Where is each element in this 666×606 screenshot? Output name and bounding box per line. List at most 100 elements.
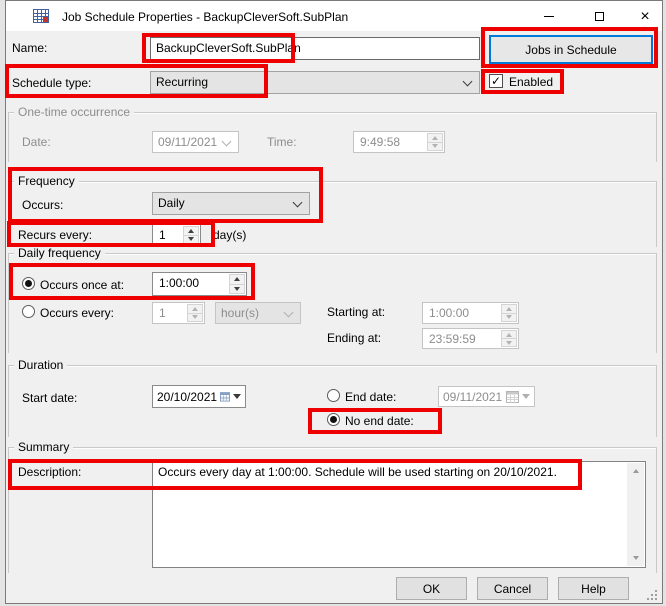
minimize-icon: [544, 16, 554, 17]
calendar-icon: [220, 390, 230, 403]
resize-grip-icon[interactable]: [647, 590, 659, 602]
spin-up-icon: [506, 307, 512, 311]
spinner-buttons: [187, 304, 203, 322]
scroll-up-button[interactable]: [627, 463, 644, 479]
maximize-button[interactable]: [579, 3, 619, 30]
minimize-button[interactable]: [529, 3, 569, 30]
spin-up-icon: [192, 307, 198, 311]
checkmark-icon: ✓: [491, 74, 501, 88]
spinner-buttons: [501, 330, 517, 347]
no-end-date-radio[interactable]: [327, 413, 340, 426]
maximize-icon: [595, 12, 604, 21]
time-value: 9:49:58: [360, 135, 400, 149]
jobs-in-schedule-label: Jobs in Schedule: [525, 43, 616, 57]
occurs-once-radio[interactable]: [22, 277, 35, 290]
spinner-buttons[interactable]: [183, 226, 199, 244]
close-icon: ×: [640, 9, 649, 25]
chevron-down-icon: [293, 198, 303, 208]
group-one-time-occurrence: [8, 112, 657, 162]
ok-label: OK: [423, 582, 440, 596]
dropdown-arrow-icon: [522, 394, 530, 399]
spinner-buttons: [427, 133, 443, 151]
description-text: Occurs every day at 1:00:00. Schedule wi…: [158, 465, 621, 480]
occurs-every-unit-select: hour(s): [215, 302, 301, 324]
starting-at-value: 1:00:00: [429, 306, 469, 320]
end-date-value: 09/11/2021: [443, 390, 503, 404]
daily-frequency-group-label: Daily frequency: [14, 246, 105, 260]
starting-at-spinner: 1:00:00: [422, 302, 519, 324]
name-input-value: BackupCleverSoft.SubPlan: [156, 41, 301, 55]
ending-at-label: Ending at:: [327, 331, 381, 345]
end-date-picker: 09/11/2021: [438, 386, 535, 407]
spin-up-icon: [506, 333, 512, 337]
schedule-type-label: Schedule type:: [12, 76, 91, 90]
schedule-type-value: Recurring: [156, 75, 208, 89]
schedule-grid-icon: [33, 8, 49, 24]
recurs-every-stepper[interactable]: 1: [152, 224, 201, 246]
help-button[interactable]: Help: [558, 577, 629, 600]
enabled-label: Enabled: [509, 75, 553, 89]
scroll-up-icon: [633, 469, 639, 473]
recurs-every-label: Recurs every:: [18, 228, 92, 242]
window-title: Job Schedule Properties - BackupCleverSo…: [62, 10, 348, 24]
end-date-radio[interactable]: [327, 389, 340, 402]
chevron-down-icon: [222, 137, 232, 147]
help-label: Help: [581, 582, 606, 596]
one-time-group-label: One-time occurrence: [14, 105, 134, 119]
description-textarea[interactable]: Occurs every day at 1:00:00. Schedule wi…: [152, 461, 646, 568]
duration-group-label: Duration: [14, 358, 67, 372]
ok-button[interactable]: OK: [396, 577, 467, 600]
vertical-scrollbar[interactable]: [627, 463, 644, 566]
dropdown-arrow-icon: [233, 394, 241, 399]
spin-up-icon: [432, 136, 438, 140]
name-input[interactable]: BackupCleverSoft.SubPlan: [150, 37, 480, 60]
occurs-every-unit-value: hour(s): [221, 306, 259, 320]
spin-up-icon: [234, 277, 240, 281]
spin-down-icon: [506, 315, 512, 319]
time-spinner: 9:49:58: [353, 131, 445, 153]
description-label: Description:: [18, 465, 81, 479]
no-end-date-label: No end date:: [345, 414, 414, 428]
cancel-label: Cancel: [494, 582, 531, 596]
screenshot-stage: Job Schedule Properties - BackupCleverSo…: [0, 0, 666, 606]
scroll-down-icon: [633, 556, 639, 560]
date-value: 09/11/2021: [158, 135, 217, 149]
start-date-picker[interactable]: 20/10/2021: [152, 385, 246, 408]
recurs-unit-label: day(s): [213, 228, 246, 242]
starting-at-label: Starting at:: [327, 305, 385, 319]
spin-down-icon: [188, 237, 194, 241]
occurs-select[interactable]: Daily: [152, 192, 310, 215]
time-label: Time:: [267, 135, 297, 149]
spin-down-icon: [192, 315, 198, 319]
close-button[interactable]: ×: [625, 3, 665, 30]
occurs-every-value: 1: [159, 306, 166, 320]
cancel-button[interactable]: Cancel: [477, 577, 548, 600]
occurs-once-time-spinner[interactable]: 1:00:00: [152, 272, 247, 296]
occurs-value: Daily: [158, 196, 185, 210]
occurs-once-label: Occurs once at:: [40, 278, 124, 292]
jobs-in-schedule-button[interactable]: Jobs in Schedule: [489, 35, 653, 64]
name-label: Name:: [12, 41, 47, 55]
ending-at-value: 23:59:59: [429, 332, 476, 346]
spin-up-icon: [188, 229, 194, 233]
occurs-every-stepper: 1: [152, 302, 205, 324]
frequency-group-label: Frequency: [14, 174, 79, 188]
start-date-label: Start date:: [22, 391, 77, 405]
spinner-buttons: [501, 304, 517, 322]
enabled-checkbox[interactable]: ✓: [489, 74, 503, 88]
date-select: 09/11/2021: [152, 131, 239, 153]
schedule-type-select[interactable]: Recurring: [150, 71, 480, 94]
recurs-every-value: 1: [159, 228, 166, 242]
occurs-every-radio[interactable]: [22, 305, 35, 318]
spin-down-icon: [432, 144, 438, 148]
title-bar: Job Schedule Properties - BackupCleverSo…: [6, 1, 662, 31]
end-date-label: End date:: [345, 390, 396, 404]
chevron-down-icon: [463, 77, 473, 87]
scroll-down-button[interactable]: [627, 550, 644, 566]
start-date-value: 20/10/2021: [157, 390, 217, 404]
date-label: Date:: [22, 135, 51, 149]
calendar-icon: [506, 390, 519, 403]
occurs-once-time-value: 1:00:00: [159, 276, 199, 290]
spinner-buttons[interactable]: [229, 274, 245, 294]
spin-down-icon: [506, 341, 512, 345]
